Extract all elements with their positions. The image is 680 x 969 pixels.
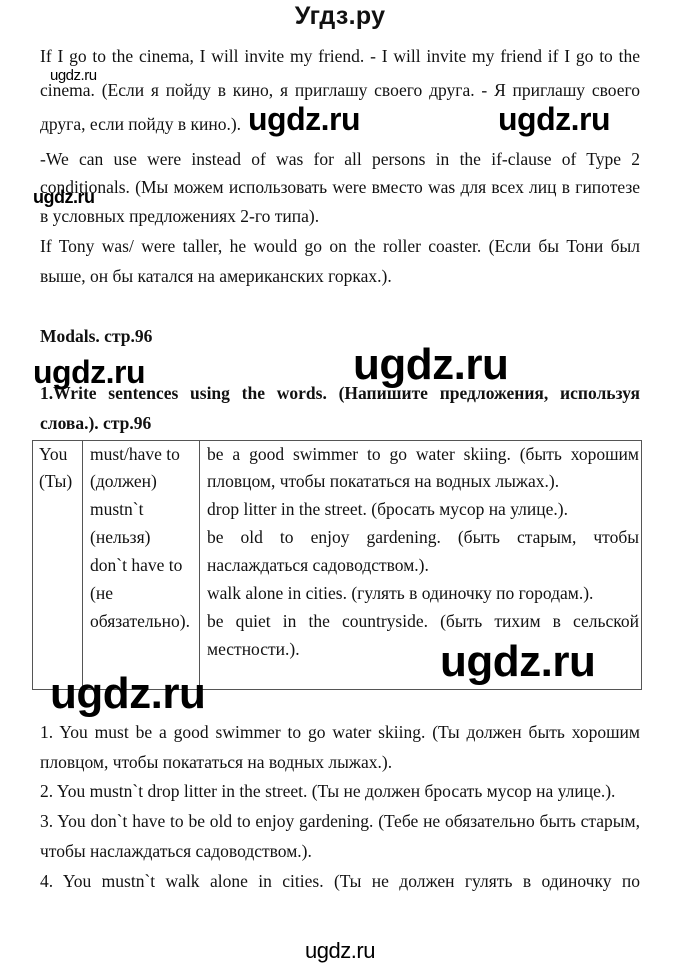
modal-cell: обязательно).	[90, 611, 190, 631]
phrase-cell: walk alone in cities. (гулять в одиночку…	[207, 583, 594, 603]
subject-cell-en: You	[39, 444, 68, 464]
answer-4-line-1: 4. You mustn`t walk alone in cities. (Ты…	[40, 871, 640, 891]
modal-cell: (нельзя)	[90, 527, 151, 547]
intro-line-1: If I go to the cinema, I will invite my …	[40, 46, 640, 66]
watermark: ugdz.ru	[33, 354, 146, 390]
intro-line-2: cinema. (Если я пойду в кино, я приглашу…	[40, 80, 640, 100]
footer-watermark: ugdz.ru	[305, 938, 375, 963]
phrase-cell: наслаждаться садоводством.).	[207, 555, 429, 575]
answer-1-line-1: 1. You must be a good swimmer to go wate…	[40, 722, 640, 742]
intro-line-7: If Tony was/ were taller, he would go on…	[40, 236, 640, 256]
answer-3-line-1: 3. You don`t have to be old to enjoy gar…	[40, 811, 640, 831]
subject-cell-ru: (Ты)	[39, 471, 73, 491]
section-heading: Modals. стр.96	[40, 326, 153, 346]
answer-3-line-2: чтобы наслаждаться садоводством.).	[40, 841, 312, 861]
modal-cell: mustn`t	[90, 499, 144, 519]
modal-cell: (должен)	[90, 471, 157, 491]
watermark: ugdz.ru	[248, 101, 361, 137]
intro-line-4: -We can use were instead of was for all …	[40, 149, 640, 169]
modal-cell: must/have to	[90, 444, 180, 464]
watermark: ugdz.ru	[440, 637, 596, 686]
phrase-cell: местности.).	[207, 639, 300, 659]
intro-line-5: conditionals. (Мы можем использовать wer…	[40, 177, 640, 197]
watermark: ugdz.ru	[50, 669, 206, 718]
phrase-cell: drop litter in the street. (бросать мусо…	[207, 499, 568, 519]
watermark: ugdz.ru	[353, 340, 509, 389]
intro-line-8: выше, он бы катался на американских горк…	[40, 266, 392, 286]
site-title: Угдз.ру	[294, 2, 386, 30]
task-line-2: слова.). стр.96	[40, 413, 152, 433]
modal-cell: (не	[90, 583, 113, 603]
watermark: ugdz.ru	[50, 67, 97, 84]
answer-1-line-2: пловцом, чтобы покататься на водных лыжа…	[40, 752, 393, 772]
phrase-cell: пловцом, чтобы покататься на водных лыжа…	[207, 471, 560, 491]
phrase-cell: be quiet in the countryside. (быть тихим…	[207, 611, 639, 631]
column-divider	[199, 441, 200, 689]
intro-line-6: в условных предложениях 2-го типа).	[40, 206, 320, 226]
column-divider	[82, 441, 83, 689]
watermark: ugdz.ru	[33, 187, 95, 207]
watermark: ugdz.ru	[498, 101, 611, 137]
answer-2-line-1: 2. You mustn`t drop litter in the street…	[40, 781, 616, 801]
modal-cell: don`t have to	[90, 555, 183, 575]
phrase-cell: be old to enjoy gardening. (быть старым,…	[207, 527, 639, 547]
phrase-cell: be a good swimmer to go water skiing. (б…	[207, 444, 639, 464]
